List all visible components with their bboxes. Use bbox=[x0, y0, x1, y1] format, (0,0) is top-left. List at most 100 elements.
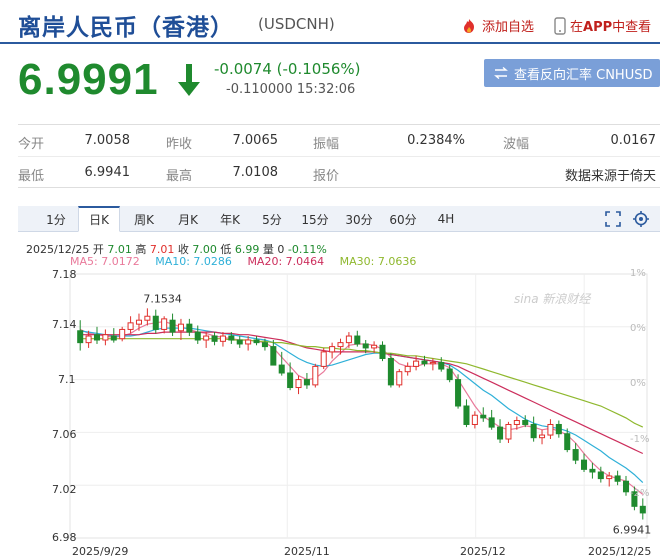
candle-up bbox=[547, 423, 554, 436]
settings-icon[interactable] bbox=[632, 210, 650, 228]
candle-down bbox=[303, 379, 310, 386]
candle-down bbox=[93, 334, 101, 341]
tab-daily[interactable]: 日K bbox=[78, 206, 120, 232]
sub-change-value: -0.110000 bbox=[226, 82, 293, 97]
candle-up bbox=[203, 335, 210, 341]
candle-down bbox=[597, 471, 604, 480]
add-favorite-label: 添加自选 bbox=[482, 20, 535, 35]
candle-down bbox=[446, 368, 453, 381]
candle-up bbox=[320, 351, 327, 367]
candle-down bbox=[639, 505, 646, 514]
candle-up bbox=[135, 319, 142, 325]
candle-up bbox=[606, 475, 613, 480]
stat-value-amplitude: 0.2384% bbox=[407, 133, 465, 148]
stat-value-open: 7.0058 bbox=[84, 133, 131, 148]
candle-down bbox=[287, 372, 294, 389]
phone-icon bbox=[554, 16, 566, 35]
candle-down bbox=[354, 335, 361, 345]
candle-up bbox=[413, 360, 420, 367]
stat-value-high: 7.0108 bbox=[232, 165, 279, 180]
candle-up bbox=[539, 434, 546, 439]
candle-down bbox=[438, 361, 445, 370]
candle-down bbox=[270, 346, 277, 366]
flame-icon bbox=[464, 18, 474, 33]
candle-down bbox=[572, 449, 579, 461]
stats-row: 今开 7.0058 昨收 7.0065 振幅 0.2384% 波幅 0.0167 bbox=[18, 125, 660, 156]
tab-4h[interactable]: 4H bbox=[428, 206, 464, 232]
candle-down bbox=[555, 423, 562, 435]
x-tick-label: 2025/12 bbox=[460, 545, 506, 558]
add-favorite-button[interactable]: 添加自选 bbox=[460, 16, 534, 35]
x-tick-label: 2025/12/25 bbox=[588, 545, 652, 558]
candle-up bbox=[119, 328, 126, 340]
candle-up bbox=[144, 315, 151, 321]
stat-label-low: 最低 bbox=[18, 169, 45, 184]
candle-up bbox=[337, 342, 344, 348]
app-suffix: 中查看 bbox=[612, 20, 652, 35]
candle-down bbox=[530, 423, 537, 439]
tab-15min[interactable]: 15分 bbox=[294, 206, 336, 232]
max-price-label: 7.1534 bbox=[143, 292, 182, 305]
candle-down bbox=[622, 480, 630, 493]
candle-down bbox=[211, 335, 218, 342]
candle-up bbox=[177, 323, 184, 332]
pct-tick-label: -1% bbox=[630, 434, 650, 445]
stat-label-prev-close: 昨收 bbox=[166, 137, 193, 152]
tab-60min[interactable]: 60分 bbox=[382, 206, 424, 232]
candle-up bbox=[371, 344, 378, 349]
candle-down bbox=[77, 330, 84, 344]
tab-monthly[interactable]: 月K bbox=[168, 206, 208, 232]
tab-30min[interactable]: 30分 bbox=[338, 206, 380, 232]
candle-down bbox=[110, 335, 117, 341]
candle-down bbox=[362, 343, 369, 349]
price-change: -0.0074 (-0.1056%) bbox=[214, 60, 361, 78]
down-arrow-icon bbox=[178, 64, 200, 96]
pct-tick-label: -2% bbox=[630, 488, 650, 499]
candle-up bbox=[312, 365, 319, 386]
candle-up bbox=[85, 335, 92, 344]
tab-1min[interactable]: 1分 bbox=[38, 206, 74, 232]
app-bold: APP bbox=[583, 20, 613, 35]
watermark: sina 新浪财经 bbox=[514, 292, 591, 306]
y-tick-label: 7.1 bbox=[58, 373, 76, 386]
reverse-rate-button[interactable]: 查看反向汇率 CNHUSD bbox=[484, 59, 660, 87]
candle-down bbox=[480, 414, 487, 419]
reverse-rate-label: 查看反向汇率 CNHUSD bbox=[514, 67, 653, 83]
stat-label-open: 今开 bbox=[18, 137, 45, 152]
stats-table: 今开 7.0058 昨收 7.0065 振幅 0.2384% 波幅 0.0167… bbox=[18, 124, 660, 188]
stat-label-amplitude: 振幅 bbox=[313, 137, 340, 152]
pct-tick-label: 1% bbox=[630, 268, 646, 279]
period-tabs: 1分 日K 周K 月K 年K 5分 15分 30分 60分 4H bbox=[18, 206, 660, 232]
candlestick-chart[interactable]: 7.1534 6.9941 bbox=[0, 264, 660, 559]
stat-value-range: 0.0167 bbox=[610, 133, 657, 148]
y-tick-label: 6.98 bbox=[52, 531, 77, 544]
tab-5min[interactable]: 5分 bbox=[254, 206, 290, 232]
y-tick-label: 7.14 bbox=[52, 318, 77, 331]
candle-down bbox=[421, 360, 428, 365]
candle-down bbox=[455, 379, 462, 407]
ma-line-ma10 bbox=[80, 327, 644, 484]
candle-down bbox=[152, 315, 159, 330]
plot-frame bbox=[69, 273, 648, 539]
fullscreen-icon[interactable] bbox=[604, 210, 622, 228]
view-in-app-button[interactable]: 在APP中查看 bbox=[554, 16, 651, 35]
quote-time: 15:32:06 bbox=[296, 82, 356, 97]
candle-up bbox=[329, 346, 336, 353]
candle-down bbox=[379, 344, 386, 359]
candle-up bbox=[219, 335, 226, 342]
candle-up bbox=[404, 365, 411, 373]
stat-label-quote: 报价 bbox=[313, 169, 340, 184]
candle-down bbox=[522, 420, 529, 425]
stat-label-range: 波幅 bbox=[503, 137, 530, 152]
candle-down bbox=[278, 364, 285, 374]
candle-down bbox=[589, 468, 596, 473]
candle-down bbox=[169, 319, 176, 333]
y-tick-label: 7.02 bbox=[52, 483, 77, 496]
candle-down bbox=[581, 459, 588, 470]
tab-yearly[interactable]: 年K bbox=[210, 206, 250, 232]
candle-up bbox=[429, 361, 436, 365]
stat-value-low: 6.9941 bbox=[84, 165, 131, 180]
stats-row: 最低 6.9941 最高 7.0108 报价 数据来源于倚天 bbox=[18, 156, 660, 187]
tab-weekly[interactable]: 周K bbox=[124, 206, 164, 232]
pct-tick-label: 0% bbox=[630, 378, 646, 389]
